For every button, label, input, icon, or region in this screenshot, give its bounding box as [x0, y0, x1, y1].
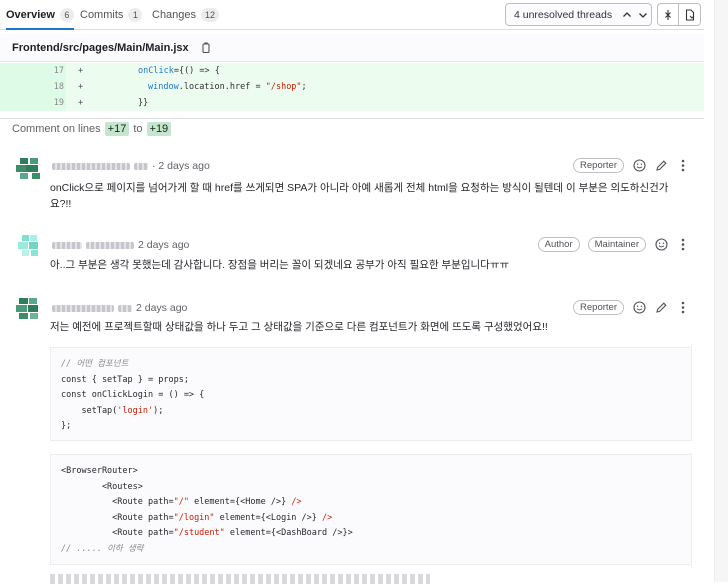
role-badge: Reporter [573, 300, 624, 315]
line-from-badge: +17 [104, 122, 130, 136]
added-marker: + [78, 66, 84, 76]
note-actions: Author Maintainer [537, 237, 690, 252]
more-actions-icon[interactable] [676, 159, 690, 173]
author-name[interactable] [52, 162, 130, 170]
collapse-all-icon[interactable] [657, 3, 679, 26]
note-body: 아..그 부분은 생각 못했는데 감사합니다. 장점을 버리는 꼴이 되겠네요 … [50, 259, 510, 271]
diff-line: 18 + window.location.href = "/shop"; [0, 79, 704, 95]
code-text: window.location.href = "/shop"; [148, 82, 307, 92]
chevron-down-icon[interactable] [635, 4, 651, 25]
tab-overview[interactable]: Overview 6 [6, 0, 74, 30]
role-badge: Reporter [573, 158, 624, 173]
note-timestamp[interactable]: 2 days ago [136, 302, 187, 314]
code-text: }} [138, 98, 149, 108]
file-browser-icon[interactable] [679, 3, 701, 26]
code-text: onClick={() => { [138, 66, 220, 76]
merge-request-tabs: Overview 6 Commits 1 Changes 12 4 unreso… [0, 0, 704, 30]
note-body: onClick으로 페이지를 넘어가게 할 때 href를 쓰게되면 SPA가 … [50, 182, 669, 210]
author-username[interactable] [86, 241, 134, 249]
note-timestamp[interactable]: · 2 days ago [152, 160, 210, 172]
tab-commits-label: Commits [80, 8, 124, 21]
note-body: 저는 예전에 프로젝트할때 상태값을 하나 두고 그 상태값을 기준으로 다른 … [50, 321, 548, 333]
code-block: // 어떤 컴포넌트 const { setTap } = props; con… [50, 347, 692, 441]
emoji-reaction-icon[interactable] [632, 159, 646, 173]
line-number: 18 [0, 79, 66, 95]
more-actions-icon[interactable] [676, 238, 690, 252]
tab-changes[interactable]: Changes 12 [152, 0, 220, 29]
comment-on-lines: Comment on lines +17 to +19 [12, 122, 172, 136]
tab-commits[interactable]: Commits 1 [80, 0, 143, 29]
author-name[interactable] [52, 304, 114, 312]
tab-changes-count: 12 [201, 7, 220, 22]
author-name[interactable] [52, 241, 82, 249]
comment-on-prefix: Comment on lines [12, 123, 101, 135]
note-header: · 2 days ago [52, 160, 210, 172]
avatar[interactable] [16, 296, 44, 322]
chevron-up-icon[interactable] [619, 4, 635, 25]
avatar[interactable] [16, 156, 44, 182]
avatar[interactable] [16, 233, 44, 259]
emoji-reaction-icon[interactable] [632, 301, 646, 315]
tab-commits-count: 1 [128, 7, 143, 22]
edit-pencil-icon[interactable] [654, 301, 668, 315]
more-actions-icon[interactable] [676, 301, 690, 315]
note-actions: Reporter [573, 158, 690, 173]
unresolved-threads-control: 4 unresolved threads [505, 3, 652, 26]
added-marker: + [78, 98, 84, 108]
line-number: 19 [0, 95, 66, 111]
truncated-text [50, 574, 430, 584]
code-block: <BrowserRouter> <Routes> <Route path="/"… [50, 454, 692, 565]
note-header: 2 days ago [52, 302, 187, 314]
author-username[interactable] [134, 162, 148, 170]
role-badge: Maintainer [587, 237, 646, 252]
role-badge: Author [537, 237, 580, 252]
diff-line: 19 + }} [0, 95, 704, 111]
added-marker: + [78, 82, 84, 92]
file-path[interactable]: Frontend/src/pages/Main/Main.jsx [12, 42, 189, 54]
note-timestamp[interactable]: 2 days ago [138, 239, 189, 251]
edit-pencil-icon[interactable] [654, 159, 668, 173]
note-actions: Reporter [573, 300, 690, 315]
unresolved-threads-label[interactable]: 4 unresolved threads [506, 9, 619, 21]
line-to-badge: +19 [146, 122, 172, 136]
divider [0, 111, 704, 119]
note-header: 2 days ago [52, 239, 189, 251]
author-username[interactable] [118, 304, 132, 312]
file-header: Frontend/src/pages/Main/Main.jsx [0, 34, 704, 62]
tab-changes-label: Changes [152, 8, 197, 21]
line-number: 17 [0, 63, 66, 79]
copy-icon[interactable] [199, 41, 213, 55]
diff-line: 17 + onClick={() => { [0, 63, 704, 79]
tab-overview-count: 6 [59, 7, 74, 22]
diff-snippet: 17 + onClick={() => { 18 + window.locati… [0, 63, 704, 119]
tab-overview-label: Overview [6, 8, 55, 21]
scrollbar[interactable] [714, 0, 728, 582]
comment-on-to: to [133, 123, 143, 135]
emoji-reaction-icon[interactable] [654, 238, 668, 252]
